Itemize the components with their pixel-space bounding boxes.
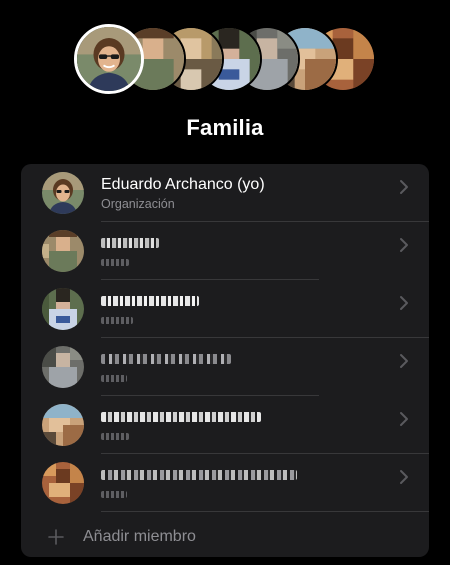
family-avatar-stack <box>0 20 450 100</box>
organizer-photo <box>74 24 144 94</box>
chevron-right-icon <box>400 354 408 368</box>
chevron-right-icon <box>400 238 408 252</box>
chevron-right-icon <box>400 180 408 194</box>
chevron-right-icon <box>400 470 408 484</box>
pixelated-role <box>101 375 127 382</box>
member-row[interactable] <box>21 454 429 512</box>
member-row[interactable] <box>21 396 429 454</box>
pixelated-name <box>101 238 159 248</box>
pixelated-role <box>101 259 129 266</box>
add-member-button[interactable]: Añadir miembro <box>21 519 429 557</box>
pixelated-role <box>101 433 129 440</box>
pixelated-name <box>101 412 261 422</box>
pixelated-name <box>101 470 297 480</box>
chevron-right-icon <box>400 296 408 310</box>
pixelated-name <box>101 296 199 306</box>
member-name: Eduardo Archanco (yo) <box>101 176 265 193</box>
member-row[interactable] <box>21 222 429 280</box>
member-avatar <box>42 346 84 388</box>
member-row-organizer[interactable]: Eduardo Archanco (yo) Organización <box>21 164 429 222</box>
member-avatar <box>42 230 84 272</box>
pixelated-role <box>101 491 127 498</box>
member-avatar <box>42 288 84 330</box>
row-separator <box>101 511 429 512</box>
member-role: Organización <box>101 197 175 211</box>
member-row[interactable] <box>21 280 429 338</box>
plus-icon <box>48 529 64 545</box>
organizer-avatar <box>42 172 84 214</box>
page-title: Familia <box>186 115 264 140</box>
add-member-label: Añadir miembro <box>83 528 196 545</box>
pixelated-name <box>101 354 231 364</box>
family-members-list: Eduardo Archanco (yo) Organización Añadi… <box>21 164 429 557</box>
member-avatar <box>42 404 84 446</box>
member-row[interactable] <box>21 338 429 396</box>
chevron-right-icon <box>400 412 408 426</box>
pixelated-role <box>101 317 133 324</box>
member-avatar <box>42 462 84 504</box>
